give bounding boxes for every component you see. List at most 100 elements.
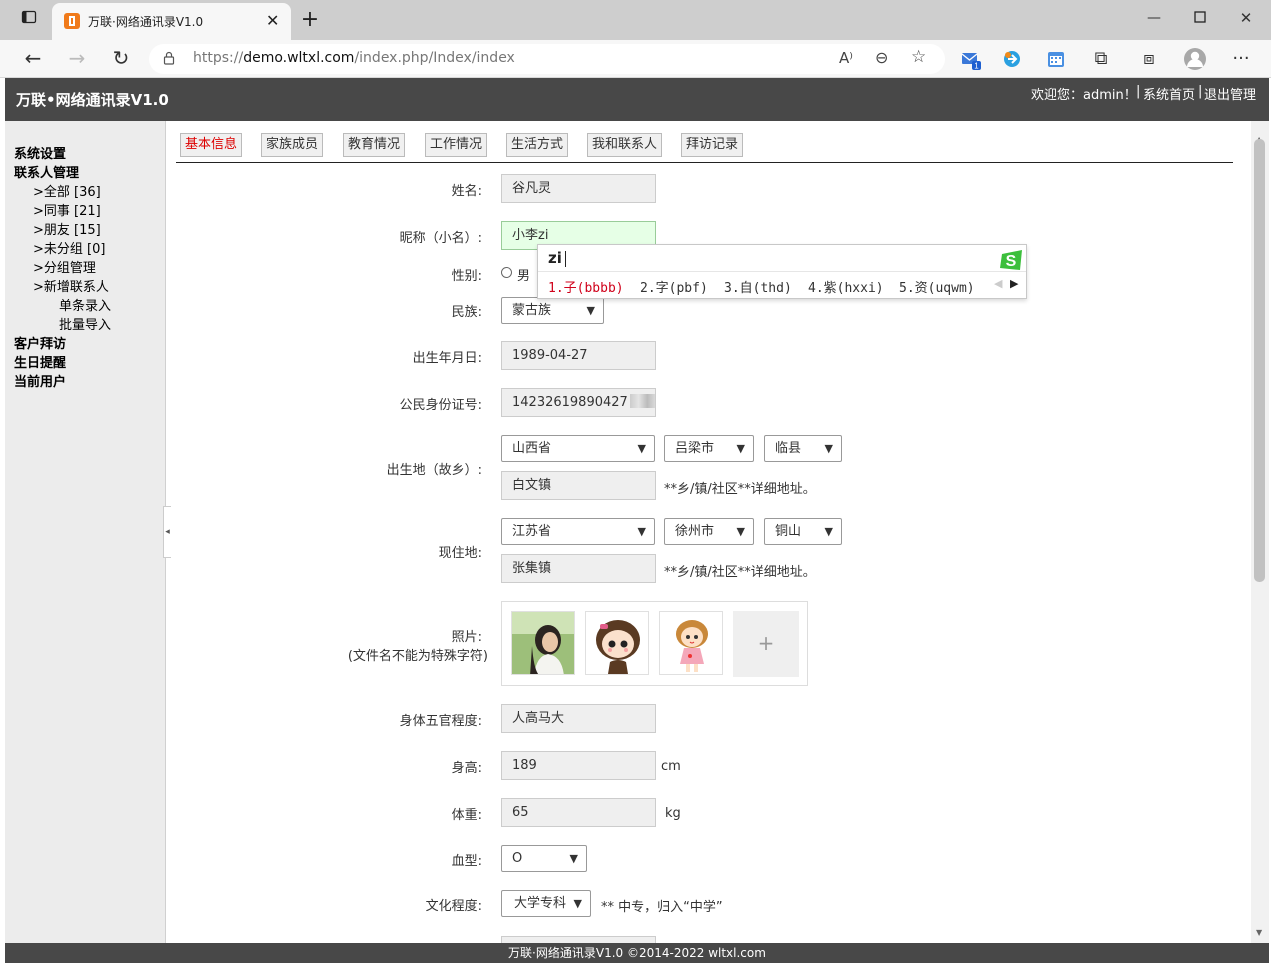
birth-city-select[interactable]: 吕梁市 ▼: [664, 435, 754, 462]
plus-icon: +: [757, 631, 775, 655]
ime-prev-page-icon[interactable]: ◀: [994, 277, 1002, 290]
ime-next-page-icon[interactable]: ▶: [1010, 277, 1018, 290]
sidebar-item-system[interactable]: 系统设置: [14, 143, 66, 162]
ime-candidate-5[interactable]: 5.资(uqwm): [899, 277, 975, 296]
extensions-puzzle-icon[interactable]: ⧉: [1087, 45, 1115, 73]
tab-lifestyle[interactable]: 生活方式: [506, 133, 569, 157]
sidebar-item-current-user[interactable]: 当前用户: [14, 371, 66, 390]
maximize-icon[interactable]: [1186, 4, 1214, 32]
height-input[interactable]: 189: [501, 751, 656, 780]
page-scrollbar[interactable]: ▲ ▼: [1251, 121, 1269, 943]
scroll-down-icon[interactable]: ▼: [1256, 928, 1262, 937]
ime-candidate-3[interactable]: 3.自(thd): [724, 277, 792, 296]
ime-candidate-4[interactable]: 4.紫(hxxi): [808, 277, 884, 296]
tab-title: 万联·网络通讯录V1.0: [88, 15, 204, 29]
ime-candidate-1[interactable]: 1.子(bbbb): [548, 277, 624, 296]
blood-label: 血型:: [451, 854, 482, 869]
sidebar-item-add-contact[interactable]: >新增联系人: [33, 276, 109, 295]
welcome-text: 欢迎您：admin！: [1031, 88, 1137, 103]
collections-icon[interactable]: ⧈: [1135, 45, 1163, 73]
birth-province-select[interactable]: 山西省 ▼: [501, 435, 655, 462]
sidebar-item-batch-import[interactable]: 批量导入: [59, 314, 111, 333]
photo-thumb-woman[interactable]: [511, 611, 575, 675]
new-tab-icon[interactable]: +: [296, 6, 324, 34]
idcard-label: 公民身份证号:: [399, 398, 482, 413]
birth-county-select[interactable]: 临县 ▼: [764, 435, 842, 462]
sidebar-item-visits[interactable]: 客户拜访: [14, 333, 66, 352]
education-select[interactable]: 大学专科 ▼: [501, 890, 591, 917]
name-label: 姓名:: [451, 184, 482, 199]
tab-divider: [176, 162, 1233, 163]
sidebar-item-contacts[interactable]: 联系人管理: [14, 162, 79, 181]
tab-education[interactable]: 教育情况: [343, 133, 406, 157]
blurred-digits: [629, 394, 655, 408]
res-province-selected: 江苏省: [512, 524, 552, 539]
forward-icon[interactable]: →: [63, 44, 91, 72]
app-title: 万联•网络通讯录V1.0: [16, 91, 169, 109]
sidebar-item-birthdays[interactable]: 生日提醒: [14, 352, 66, 371]
svg-text:S: S: [1006, 253, 1017, 270]
tab-work[interactable]: 工作情况: [425, 133, 488, 157]
sidebar-collapse-handle[interactable]: ◂: [163, 506, 171, 558]
sidebar-item-all[interactable]: >全部 [36]: [33, 181, 101, 200]
ethnicity-select[interactable]: 蒙古族 ▼: [501, 297, 604, 324]
tab-visit-records[interactable]: 拜访记录: [681, 133, 744, 157]
reload-icon[interactable]: ↻: [107, 44, 135, 72]
site-favicon-icon: [64, 13, 80, 29]
chevron-down-icon: ▼: [824, 442, 833, 455]
res-province-select[interactable]: 江苏省 ▼: [501, 518, 655, 545]
res-city-select[interactable]: 徐州市 ▼: [664, 518, 754, 545]
url-field[interactable]: https://demo.wltxl.com/index.php/Index/i…: [149, 44, 945, 74]
res-county-selected: 铜山: [775, 524, 802, 539]
birth-town-input[interactable]: 白文镇: [501, 471, 656, 500]
tab-actions-icon[interactable]: [15, 6, 43, 34]
tab-basic-info[interactable]: 基本信息: [180, 133, 243, 157]
sidebar-item-friends[interactable]: >朋友 [15]: [33, 219, 101, 238]
back-icon[interactable]: ←: [19, 44, 47, 72]
scrollbar-thumb[interactable]: [1254, 139, 1265, 582]
close-window-icon[interactable]: ✕: [1232, 4, 1260, 32]
zoom-out-icon[interactable]: ⊖: [875, 48, 888, 67]
sidebar-item-single-entry[interactable]: 单条录入: [59, 295, 111, 314]
sidebar-item-colleagues[interactable]: >同事 [21]: [33, 200, 101, 219]
ime-composition: zi: [548, 249, 562, 267]
sidebar-item-groups[interactable]: >分组管理: [33, 257, 96, 276]
browser-tab[interactable]: 万联·网络通讯录V1.0 ✕: [52, 3, 291, 40]
name-input[interactable]: 谷凡灵: [501, 174, 656, 203]
home-link[interactable]: 系统首页: [1143, 84, 1195, 103]
more-menu-icon[interactable]: ···: [1227, 45, 1255, 73]
gender-label: 性别:: [451, 269, 482, 284]
chevron-down-icon: ▼: [736, 442, 745, 455]
sidebar-item-ungrouped[interactable]: >未分组 [0]: [33, 238, 105, 257]
tab-me-and-contact[interactable]: 我和联系人: [587, 133, 663, 157]
extension-mail-icon[interactable]: 1: [960, 49, 981, 71]
browser-tab-strip: 万联·网络通讯录V1.0 ✕ + — ✕: [0, 0, 1271, 40]
lock-icon: [163, 51, 175, 69]
res-county-select[interactable]: 铜山 ▼: [764, 518, 842, 545]
chevron-down-icon: ▼: [586, 304, 595, 317]
birth-city-selected: 吕梁市: [675, 441, 715, 456]
blood-select[interactable]: O ▼: [501, 845, 587, 872]
url-text: https://demo.wltxl.com/index.php/Index/i…: [193, 50, 515, 66]
tab-family[interactable]: 家族成员: [261, 133, 324, 157]
minimize-icon[interactable]: —: [1140, 4, 1168, 32]
birthday-input[interactable]: 1989-04-27: [501, 341, 656, 370]
read-aloud-icon[interactable]: A⁾: [839, 49, 853, 67]
tab-close-icon[interactable]: ✕: [266, 11, 279, 30]
features-input[interactable]: 人高马大: [501, 704, 656, 733]
logout-link[interactable]: 退出管理: [1204, 84, 1256, 103]
address-bar-row: ← → ↻ https://demo.wltxl.com/index.php/I…: [0, 40, 1271, 78]
idcard-input[interactable]: 14232619890427: [501, 388, 656, 417]
extension-arrow-icon[interactable]: [1002, 49, 1022, 73]
res-town-input[interactable]: 张集镇: [501, 554, 656, 583]
extension-calendar-icon[interactable]: [1046, 49, 1066, 73]
weight-input[interactable]: 65: [501, 798, 656, 827]
photo-add-button[interactable]: +: [733, 611, 799, 677]
profile-avatar-icon[interactable]: [1183, 47, 1207, 75]
photo-thumb-cartoon-pink[interactable]: [659, 611, 723, 675]
gender-male-radio[interactable]: [501, 267, 512, 278]
ime-candidate-2[interactable]: 2.字(pbf): [640, 277, 708, 296]
photo-thumb-cartoon-girl[interactable]: [585, 611, 649, 675]
favorite-add-icon[interactable]: ☆: [911, 47, 926, 67]
weight-label: 体重:: [451, 808, 482, 823]
